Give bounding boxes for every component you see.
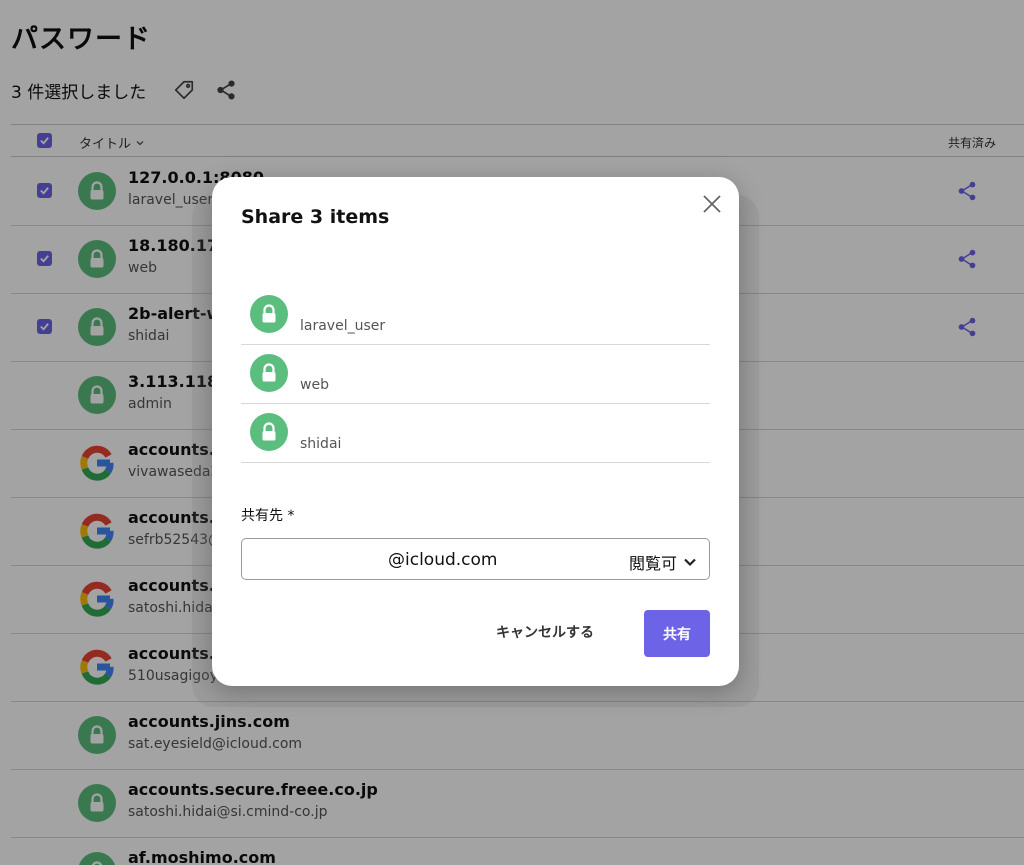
share-to-label: 共有先 *: [241, 508, 295, 524]
share-item: web: [241, 344, 710, 404]
item-username: shidai: [300, 436, 342, 452]
dialog-title: Share 3 items: [241, 206, 390, 228]
share-item: laravel_user: [241, 285, 710, 345]
permission-select[interactable]: 閲覧可: [629, 550, 697, 574]
cancel-button[interactable]: キャンセルする: [496, 622, 594, 642]
lock-icon: [250, 295, 288, 333]
item-username: web: [300, 377, 329, 393]
recipient-value: @icloud.com: [388, 550, 498, 570]
close-icon[interactable]: [701, 193, 723, 215]
lock-icon: [250, 413, 288, 451]
lock-icon: [250, 354, 288, 392]
share-item: shidai: [241, 403, 710, 463]
item-username: laravel_user: [300, 318, 386, 334]
share-dialog: Share 3 items laravel_userweb shidai 共有先 …: [212, 177, 739, 686]
recipient-select[interactable]: @icloud.com 閲覧可: [241, 538, 710, 580]
chevron-down-icon: [684, 558, 696, 567]
share-button[interactable]: 共有: [644, 610, 710, 657]
